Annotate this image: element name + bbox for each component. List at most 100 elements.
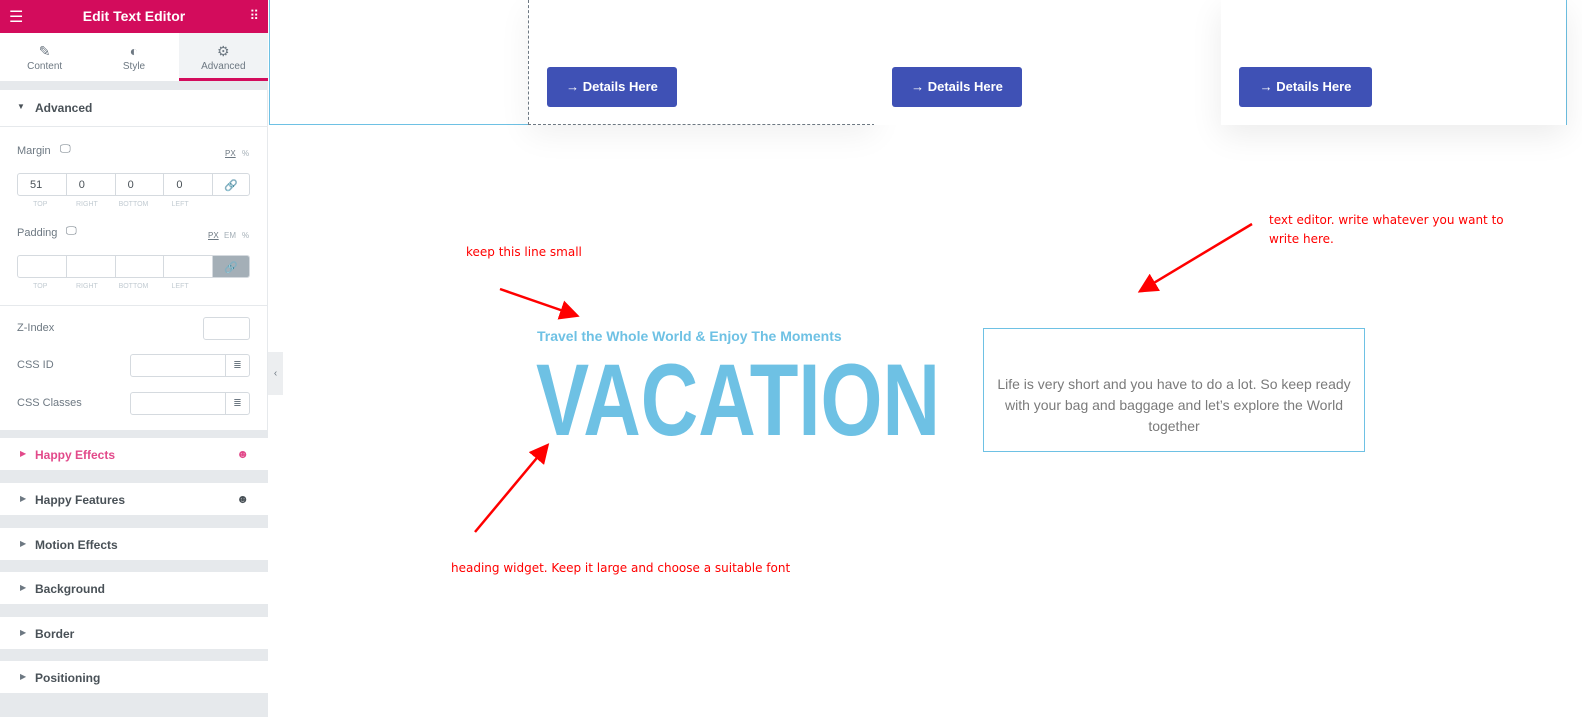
desktop-icon[interactable]: 🖵 [60,143,71,156]
arrow-right-icon: → [566,79,580,94]
annotation-note: text editor. write whatever you want to … [1269,213,1504,246]
arrow-right-icon: → [1259,79,1273,94]
css-classes-input[interactable]: ≣ [130,392,250,415]
section-title: Happy Features [35,493,126,507]
divider [0,305,268,306]
section-border[interactable]: ▶ Border [0,617,268,650]
side-label: LEFT [171,283,189,290]
side-label: TOP [33,201,48,208]
z-index-label: Z-Index [17,322,55,334]
collapse-panel-handle[interactable]: ‹ [268,352,283,395]
tab-content[interactable]: ✎ Content [0,33,89,81]
grid-icon[interactable]: ⠿ [249,8,258,24]
annotation-note: heading widget. Keep it large and choose… [451,561,791,575]
panel-header: ☰ Edit Text Editor ⠿ [0,0,268,33]
vacation-heading: VACATION [536,355,940,445]
section-happy-effects[interactable]: ▶ Happy Effects ☻ [0,438,268,471]
padding-bottom-input[interactable] [116,256,165,277]
vacation-heading-svg[interactable]: VACATION [530,355,950,445]
tab-advanced[interactable]: ⚙ Advanced [178,33,268,81]
section-background[interactable]: ▶ Background [0,572,268,605]
button-label: Details Here [582,79,658,94]
css-id-input[interactable]: ≣ [130,354,250,377]
details-button[interactable]: → Details Here [547,67,677,107]
unit-em[interactable]: EM [224,231,236,240]
details-button[interactable]: → Details Here [1239,67,1372,107]
arrow-icon [474,443,550,533]
section-title: Happy Effects [35,448,116,462]
unit-percent[interactable]: % [242,149,249,158]
padding-left-input[interactable] [164,256,214,277]
padding-inputs: 🔗 [17,255,250,278]
tab-style[interactable]: ◐ Style [89,33,178,81]
margin-inputs: 51 0 0 0 🔗 [17,173,250,196]
margin-side-labels: TOPRIGHTBOTTOMLEFT- [17,201,250,208]
arrow-icon [1137,222,1253,293]
text-editor-widget[interactable]: Life is very short and you have to do a … [983,328,1365,452]
caret-right-icon: ▶ [20,628,27,637]
section-title: Positioning [35,671,101,685]
half-circle-icon: ◐ [129,43,139,59]
panel-title: Edit Text Editor [82,8,186,24]
section-positioning[interactable]: ▶ Positioning [0,661,268,694]
section-title: Border [35,627,75,641]
side-label: LEFT [171,201,189,208]
gear-icon: ⚙ [217,43,230,59]
side-label: BOTTOM [118,201,149,208]
caret-right-icon: ▶ [20,494,27,503]
margin-bottom-input[interactable]: 0 [116,174,165,195]
card: → Details Here [874,0,1221,125]
database-icon[interactable]: ≣ [225,393,249,414]
caret-right-icon: ▶ [20,672,27,681]
happy-addons-icon: ☻ [236,492,249,506]
arrow-icon [499,287,580,320]
unit-percent[interactable]: % [242,231,249,240]
desktop-icon[interactable]: 🖵 [66,225,77,238]
editor-panel: ☰ Edit Text Editor ⠿ ✎ Content ◐ Style ⚙ Ad… [0,0,268,717]
link-icon[interactable]: 🔗 [213,174,249,195]
section-advanced-header[interactable]: ▼ Advanced [0,90,268,127]
unit-px[interactable]: PX [208,231,219,240]
padding-side-labels: TOPRIGHTBOTTOMLEFT- [17,283,250,290]
caret-right-icon: ▶ [20,449,27,458]
section-happy-features[interactable]: ▶ Happy Features ☻ [0,483,268,516]
button-label: Details Here [1276,79,1352,94]
z-index-input[interactable] [203,317,250,340]
tab-label: Style [122,61,146,72]
section-title: Advanced [35,101,93,115]
caret-right-icon: ▶ [20,583,27,592]
panel-tabs: ✎ Content ◐ Style ⚙ Advanced [0,33,268,82]
margin-label: Margin [17,145,51,157]
tab-label: Content [27,61,63,72]
divider [0,82,268,90]
side-label: BOTTOM [118,283,149,290]
side-label: RIGHT [76,201,98,208]
annotation-note: keep this line small [466,245,582,259]
css-id-label: CSS ID [17,359,54,371]
pencil-icon: ✎ [38,43,51,59]
padding-label: Padding [17,227,58,239]
caret-right-icon: ▶ [20,539,27,548]
css-classes-label: CSS Classes [17,397,82,409]
padding-right-input[interactable] [67,256,116,277]
arrow-right-icon: → [911,79,925,94]
subtitle-heading[interactable]: Travel the Whole World & Enjoy The Momen… [537,328,842,344]
card: → Details Here [1221,0,1566,125]
padding-top-input[interactable] [18,256,67,277]
side-label: RIGHT [76,283,98,290]
happy-addons-icon: ☻ [236,447,249,461]
margin-right-input[interactable]: 0 [67,174,116,195]
details-button[interactable]: → Details Here [892,67,1022,107]
section-motion-effects[interactable]: ▶ Motion Effects [0,528,268,561]
unit-px[interactable]: PX [225,149,236,158]
button-label: Details Here [927,79,1003,94]
side-label: TOP [33,283,48,290]
link-icon[interactable]: 🔗 [213,256,249,277]
cards-section: → Details Here → Details Here → Details … [269,0,1567,125]
database-icon[interactable]: ≣ [225,355,249,376]
margin-top-input[interactable]: 51 [18,174,67,195]
section-title: Motion Effects [35,538,118,552]
card: → Details Here [528,0,875,125]
section-title: Background [35,582,106,596]
margin-left-input[interactable]: 0 [164,174,214,195]
